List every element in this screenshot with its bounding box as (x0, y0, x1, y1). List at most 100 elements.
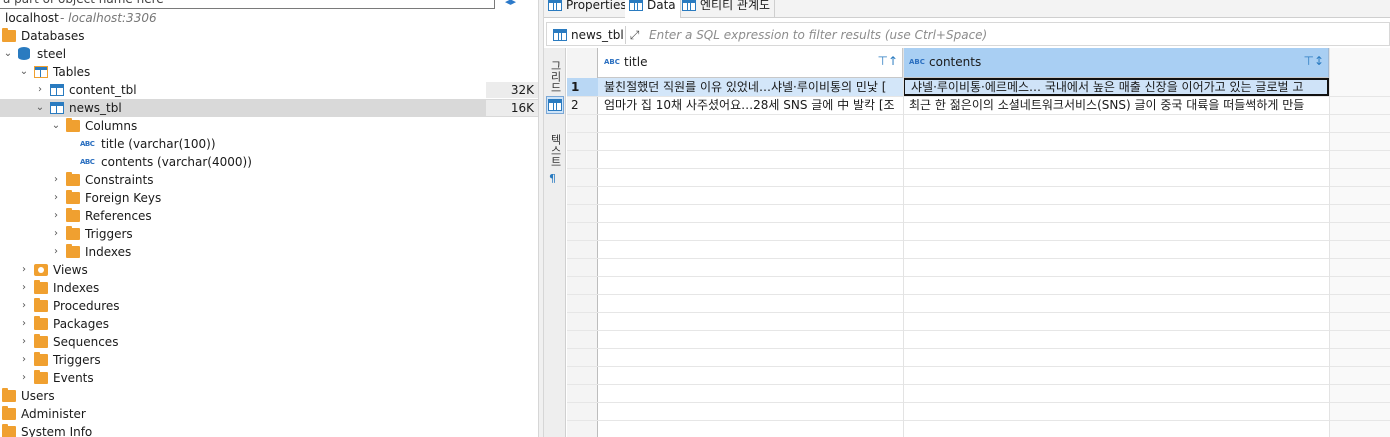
tree-label: news_tbl (69, 101, 122, 115)
packages-folder-icon (34, 316, 48, 330)
grid-empty-area (1329, 48, 1390, 437)
tree-sequences[interactable]: › Sequences (0, 333, 538, 351)
tree-system-info[interactable]: System Info (0, 423, 538, 437)
column-header-title[interactable]: ABC title ⊤↑ (598, 48, 903, 78)
tab-er-diagram[interactable]: 엔티티 관계도 (678, 0, 776, 18)
tree-columns[interactable]: ⌄ Columns (0, 117, 538, 135)
chevron-right-icon[interactable]: › (18, 261, 30, 279)
sql-filter-input[interactable]: Enter a SQL expression to filter results… (649, 26, 1369, 44)
chevron-right-icon[interactable]: › (18, 369, 30, 387)
filter-sort-icon[interactable]: ⊤↕ (1303, 54, 1324, 68)
tree-column-contents[interactable]: ABC contents (varchar(4000)) (0, 153, 538, 171)
table-name-chip[interactable]: news_tbl (551, 26, 624, 44)
row-number[interactable]: 1 (567, 78, 598, 96)
tree-procedures[interactable]: › Procedures (0, 297, 538, 315)
cell-contents-focused[interactable]: 샤넬·루이비통·에르메스… 국내에서 높은 매출 신장을 이어가고 있는 글로벌… (903, 78, 1329, 96)
chevron-down-icon[interactable]: ⌄ (50, 117, 62, 135)
grid-column-line (903, 48, 904, 437)
chevron-right-icon[interactable]: › (50, 189, 62, 207)
tree-foreign-keys[interactable]: › Foreign Keys (0, 189, 538, 207)
table-icon (50, 102, 64, 114)
chevron-right-icon[interactable]: › (50, 171, 62, 189)
grid-view-button[interactable] (546, 96, 564, 114)
tree-triggers[interactable]: › Triggers (0, 225, 538, 243)
tab-data[interactable]: Data (625, 0, 681, 18)
chevron-right-icon[interactable]: › (18, 297, 30, 315)
tree-tables[interactable]: ⌄ Tables (0, 63, 538, 81)
grid-row-line (567, 222, 1390, 223)
tree-indexes[interactable]: › Indexes (0, 243, 538, 261)
grid-row-line (567, 168, 1390, 169)
chevron-right-icon[interactable]: › (18, 315, 30, 333)
tree-label: Indexes (53, 281, 100, 295)
grid-column-line (1329, 48, 1330, 437)
tab-properties[interactable]: Properties (544, 0, 632, 18)
filter-settings-icon[interactable]: ◂▸ (505, 0, 521, 8)
tree-label: Sequences (53, 335, 119, 349)
database-navigator: a part of object name here ◂▸ localhost … (0, 0, 538, 437)
tree-references[interactable]: › References (0, 207, 538, 225)
table-size: 32K (486, 82, 538, 98)
grid-row-line (567, 294, 1390, 295)
chevron-right-icon[interactable]: › (18, 333, 30, 351)
tree-schema-steel[interactable]: ⌄ steel (0, 45, 538, 63)
tree-label: title (varchar(100)) (101, 137, 216, 151)
tree-users[interactable]: Users (0, 387, 538, 405)
views-icon (34, 264, 48, 276)
tree-label: Constraints (85, 173, 154, 187)
grid-row-line (567, 96, 1390, 97)
tab-label: Properties (566, 0, 627, 12)
tree-constraints[interactable]: › Constraints (0, 171, 538, 189)
cell-contents[interactable]: 최근 한 젊은이의 소셜네트워크서비스(SNS) 글이 중국 대륙을 떠들썩하게… (903, 96, 1329, 114)
tree-column-title[interactable]: ABC title (varchar(100)) (0, 135, 538, 153)
expand-filter-icon[interactable]: ⤢ (625, 26, 643, 44)
tree-label: Packages (53, 317, 109, 331)
grid-row-line (567, 276, 1390, 277)
tree-label: Indexes (85, 245, 132, 259)
columns-folder-icon (66, 118, 80, 132)
grid-mode-label[interactable]: 그리드 (547, 60, 563, 93)
tree-administer[interactable]: Administer (0, 405, 538, 423)
table-editor: Properties Data 엔티티 관계도 news_tbl ⤢ Enter… (544, 0, 1390, 437)
tree-views[interactable]: › Views (0, 261, 538, 279)
grid-row-line (567, 132, 1390, 133)
column-header-contents[interactable]: ABC contents ⊤↕ (903, 48, 1329, 78)
connection-name: localhost (5, 11, 59, 25)
tree-connection-localhost[interactable]: localhost - localhost:3306 (0, 9, 538, 27)
chevron-right-icon[interactable]: › (34, 81, 46, 99)
filter-sort-icon[interactable]: ⊤↑ (877, 54, 898, 68)
chevron-down-icon[interactable]: ⌄ (34, 99, 46, 117)
connection-host: - localhost:3306 (60, 11, 157, 25)
tree-events[interactable]: › Events (0, 369, 538, 387)
tree-schema-indexes[interactable]: › Indexes (0, 279, 538, 297)
triggers-folder-icon (34, 352, 48, 366)
chevron-right-icon[interactable]: › (50, 225, 62, 243)
chevron-right-icon[interactable]: › (50, 243, 62, 261)
tree-schema-triggers[interactable]: › Triggers (0, 351, 538, 369)
navigator-filter-input[interactable]: a part of object name here (0, 0, 495, 9)
text-view-icon[interactable]: ¶ (549, 172, 556, 185)
table-name: news_tbl (571, 28, 624, 42)
tree-table-news_tbl[interactable]: ⌄ news_tbl 16K (0, 99, 538, 117)
er-diagram-icon (682, 0, 696, 11)
chevron-right-icon[interactable]: › (50, 207, 62, 225)
tree-label: Procedures (53, 299, 120, 313)
cell-title[interactable]: 엄마가 집 10채 사주셨어요…28세 SNS 글에 中 발칵 [조 (598, 96, 903, 114)
chevron-down-icon[interactable]: ⌄ (18, 63, 30, 81)
foreign-keys-folder-icon (66, 190, 80, 204)
text-column-icon: ABC (80, 158, 95, 166)
tree-label: Foreign Keys (85, 191, 162, 205)
text-mode-label[interactable]: 텍스트 (547, 134, 563, 167)
tree-packages[interactable]: › Packages (0, 315, 538, 333)
tree-databases[interactable]: Databases (0, 27, 538, 45)
cell-title[interactable]: 불친절했던 직원를 이유 있었네…샤넬·루이비통의 민낯 [ (598, 78, 903, 96)
tree-label: Triggers (53, 353, 101, 367)
tree-table-content_tbl[interactable]: › content_tbl 32K (0, 81, 538, 99)
indexes-folder-icon (66, 244, 80, 258)
row-number[interactable]: 2 (567, 96, 598, 114)
chevron-right-icon[interactable]: › (18, 279, 30, 297)
chevron-right-icon[interactable]: › (18, 351, 30, 369)
table-icon (50, 84, 64, 96)
grid-row-line (567, 330, 1390, 331)
chevron-down-icon[interactable]: ⌄ (2, 45, 14, 63)
